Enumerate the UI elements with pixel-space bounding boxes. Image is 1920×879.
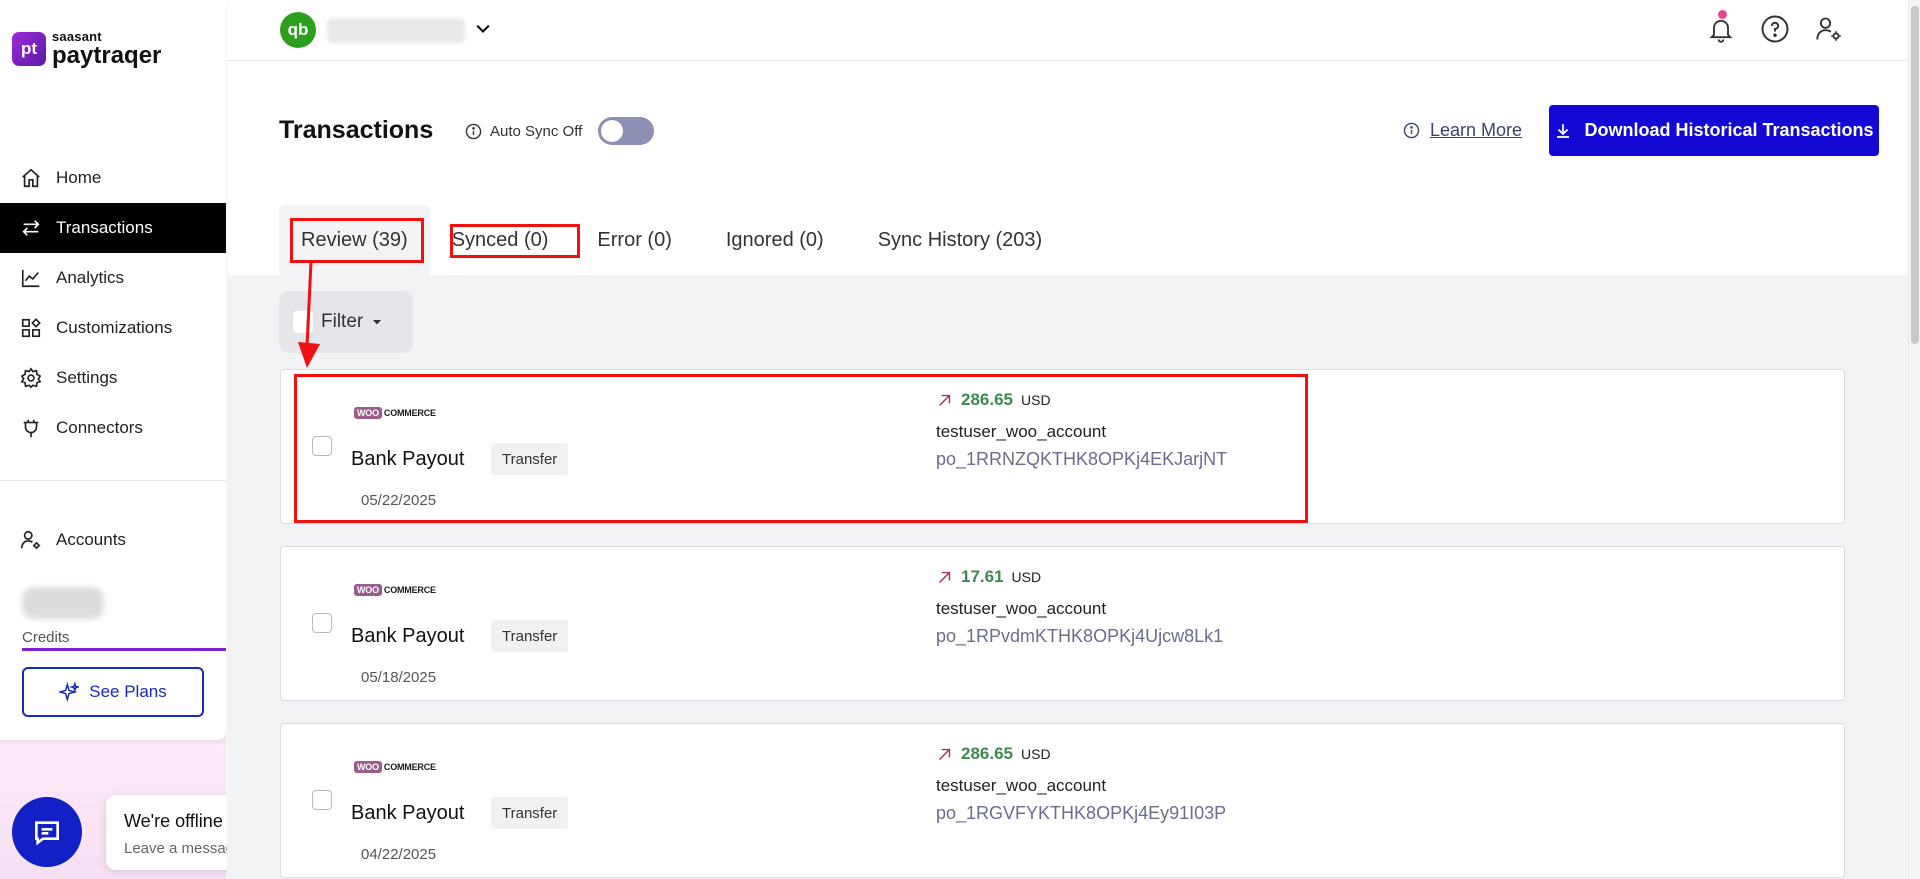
transaction-type-badge: Transfer (491, 620, 569, 652)
woocommerce-logo: WOO COMMERCE (354, 583, 436, 597)
chart-line-icon (21, 269, 40, 288)
sidebar-item-label: Accounts (56, 530, 126, 549)
chat-icon (35, 821, 59, 846)
transaction-title: Bank Payout (351, 802, 465, 824)
tab-sync-history[interactable]: Sync History (203) (851, 205, 1070, 275)
top-bar-actions (1704, 10, 1846, 48)
app-logo[interactable]: pt saasant paytraqer (12, 30, 161, 68)
account-avatar (22, 587, 104, 619)
help-icon (1761, 15, 1789, 43)
info-icon (465, 123, 482, 139)
page-title: Transactions (279, 116, 434, 144)
woocommerce-logo: WOO COMMERCE (354, 760, 436, 774)
notifications-button[interactable] (1704, 10, 1738, 48)
toggle-knob (601, 120, 624, 142)
transaction-card[interactable]: WOO COMMERCE Bank Payout Transfer 05/18/2… (280, 546, 1845, 701)
plug-icon (23, 419, 39, 438)
transaction-type-badge: Transfer (491, 797, 569, 829)
highlight-synced-tab (450, 224, 580, 258)
sidebar-item-label: Analytics (56, 268, 125, 287)
scrollbar-thumb[interactable] (1911, 6, 1919, 344)
transaction-checkbox[interactable] (312, 790, 332, 810)
transaction-amount: 17.61 USD (936, 567, 1041, 587)
learn-more-label: Learn More (1430, 120, 1523, 140)
widgets-icon (21, 318, 41, 338)
transaction-reference: po_1RGVFYKTHK8OPKj4Ey91I03P (936, 803, 1227, 823)
sidebar-item-label: Customizations (56, 318, 173, 337)
download-button-label: Download Historical Transactions (1584, 120, 1874, 140)
transaction-reference: po_1RPvdmKTHK8OPKj4Ujcw8Lk1 (936, 626, 1224, 646)
help-button[interactable] (1758, 10, 1792, 48)
quickbooks-logo: qb (280, 12, 316, 48)
transaction-checkbox[interactable] (312, 613, 332, 633)
info-icon (1403, 122, 1420, 139)
arrow-up-right-icon (939, 748, 951, 760)
transaction-date: 04/22/2025 (361, 846, 437, 863)
highlight-first-transaction (294, 374, 1308, 523)
transaction-account: testuser_woo_account (936, 776, 1107, 795)
sidebar-nav: Home Transactions Analytics Customizatio… (0, 153, 226, 453)
amount-currency: USD (1011, 569, 1042, 585)
tab-ignored[interactable]: Ignored (0) (699, 205, 851, 275)
company-selector[interactable] (327, 18, 465, 43)
chat-launcher-button[interactable] (12, 797, 82, 867)
sidebar-item-settings[interactable]: Settings (0, 353, 226, 403)
transaction-card[interactable]: WOO COMMERCE Bank Payout Transfer 04/22/2… (280, 723, 1845, 878)
arrow-up-right-icon (939, 571, 951, 583)
see-plans-button[interactable]: See Plans (22, 667, 204, 717)
sidebar-item-home[interactable]: Home (0, 153, 226, 203)
sidebar-item-connectors[interactable]: Connectors (0, 403, 226, 453)
transfer-arrows-icon (22, 220, 40, 236)
caret-down-icon (373, 320, 382, 325)
notification-dot (1718, 10, 1727, 19)
sidebar-panel: pt saasant paytraqer Home Transactions A… (0, 0, 226, 740)
sidebar-item-label: Settings (56, 368, 118, 387)
sidebar-item-label: Transactions (56, 218, 153, 237)
page-scrollbar[interactable] (1908, 0, 1920, 879)
transaction-title: Bank Payout (351, 625, 465, 647)
auto-sync-toggle[interactable] (598, 117, 655, 145)
auto-sync-control: Auto Sync Off (465, 117, 655, 145)
transaction-amount: 286.65 USD (936, 744, 1051, 764)
amount-value: 17.61 (961, 567, 1004, 586)
download-icon (1557, 123, 1570, 138)
sidebar-item-label: Home (56, 168, 102, 187)
sidebar: pt saasant paytraqer Home Transactions A… (0, 0, 356, 879)
user-settings-button[interactable] (1812, 10, 1846, 48)
sidebar-item-customizations[interactable]: Customizations (0, 303, 226, 353)
transaction-date: 05/18/2025 (361, 669, 437, 686)
gear-icon (20, 367, 42, 389)
learn-more-link[interactable]: Learn More (1403, 120, 1522, 141)
see-plans-label: See Plans (89, 682, 167, 701)
download-historical-button[interactable]: Download Historical Transactions (1549, 105, 1879, 156)
logo-brand-name: paytraqer (52, 42, 162, 69)
auto-sync-label: Auto Sync Off (490, 122, 583, 140)
sidebar-item-transactions[interactable]: Transactions (0, 203, 226, 253)
sidebar-divider (0, 480, 226, 481)
tab-error[interactable]: Error (0) (570, 205, 698, 275)
amount-value: 286.65 (961, 744, 1013, 763)
top-bar: qb (227, 0, 1908, 61)
logo-mark: pt (12, 32, 46, 66)
amount-currency: USD (1021, 746, 1051, 762)
credits-label: Credits (22, 629, 70, 646)
user-settings-icon (1816, 17, 1841, 41)
sparkle-icon (59, 682, 80, 702)
transaction-account: testuser_woo_account (936, 599, 1107, 618)
annotation-arrow-icon (298, 262, 320, 368)
sidebar-item-analytics[interactable]: Analytics (0, 253, 226, 303)
credits-progress-bar (22, 648, 226, 651)
highlight-review-tab (290, 218, 424, 263)
home-icon (22, 168, 40, 188)
sidebar-item-label: Connectors (56, 418, 143, 437)
sidebar-accounts: Accounts (0, 515, 226, 565)
chevron-down-icon[interactable] (473, 19, 493, 39)
sidebar-item-accounts[interactable]: Accounts (0, 515, 226, 565)
user-settings-icon (21, 530, 41, 550)
filter-label: Filter (321, 311, 364, 332)
